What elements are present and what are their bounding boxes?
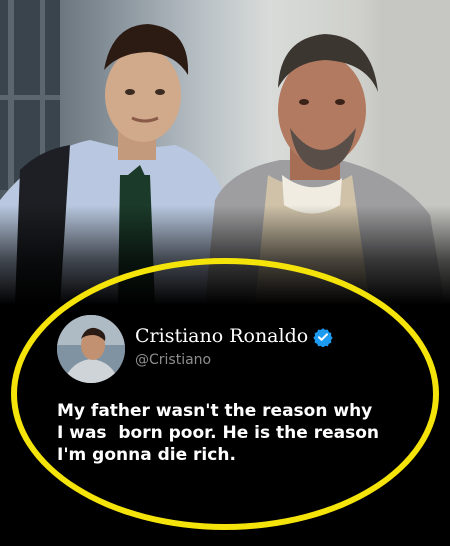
tweet-body: My father wasn't the reason why I was bo… <box>57 400 387 466</box>
tweet-line: I'm gonna die rich. <box>57 445 236 465</box>
avatar[interactable] <box>57 315 125 383</box>
user-handle[interactable]: @Cristiano <box>135 352 211 368</box>
tweet-line: I was born poor. He is the reason <box>57 423 379 443</box>
verified-badge-icon <box>313 328 333 347</box>
tweet-line: My father wasn't the reason why <box>57 401 373 421</box>
display-name[interactable]: Cristiano Ronaldo <box>135 325 308 347</box>
avatar-image <box>57 315 125 383</box>
tweet-card: Cristiano Ronaldo @Cristiano My father w… <box>0 0 450 546</box>
